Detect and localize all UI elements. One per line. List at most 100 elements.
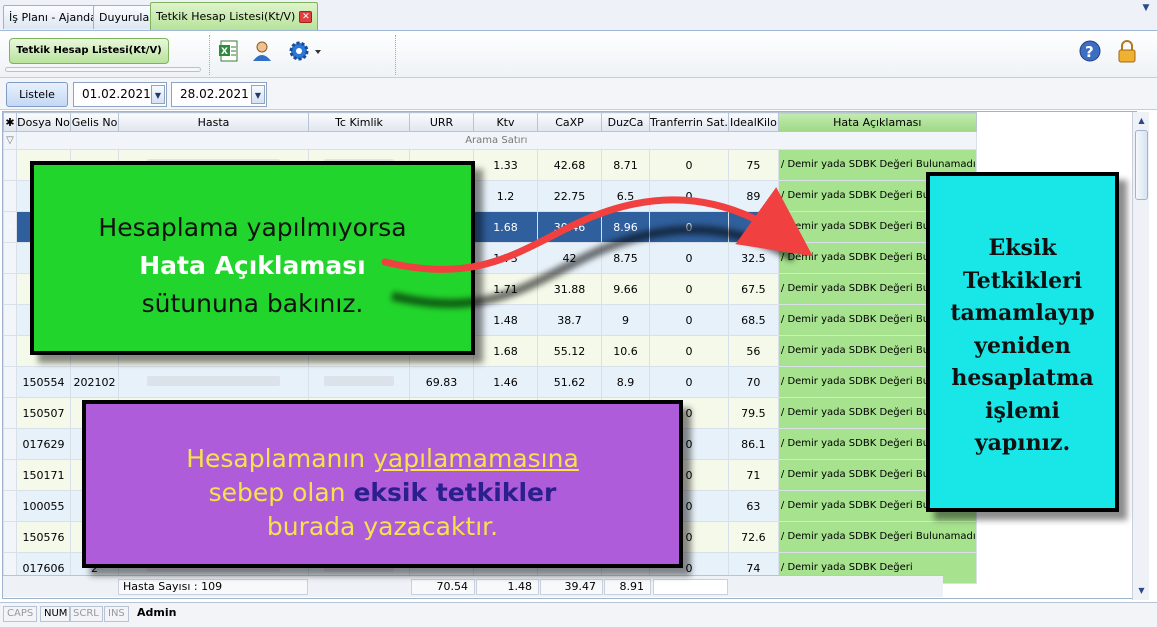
row-indicator[interactable] <box>3 428 17 460</box>
row-indicator[interactable] <box>3 149 17 181</box>
col-header-duzca[interactable]: DuzCa <box>601 112 650 132</box>
row-indicator[interactable] <box>3 242 17 274</box>
ribbon-title[interactable]: Tetkik Hesap Listesi(Kt/V) <box>9 38 169 64</box>
lock-icon[interactable] <box>1115 39 1139 63</box>
cell-tran[interactable]: 0 <box>649 366 729 398</box>
cell-err[interactable]: / Demir yada SDBK Değeri Bulunamadı <box>777 521 977 553</box>
cell-ideal[interactable]: 56 <box>727 335 779 367</box>
cell-ktv[interactable]: 1.2 <box>473 180 538 212</box>
cell-ktv[interactable]: 1.33 <box>473 149 538 181</box>
cell-ideal[interactable]: 7 <box>727 211 779 243</box>
cell-dosya[interactable]: 150554 <box>16 366 71 398</box>
cell-caxp[interactable]: 51.62 <box>537 366 602 398</box>
cell-dosya[interactable]: 150507 <box>16 397 71 429</box>
settings-gear-icon[interactable] <box>287 39 323 63</box>
cell-ktv[interactable]: 1.48 <box>473 304 538 336</box>
cell-caxp[interactable]: 22.75 <box>537 180 602 212</box>
cell-duzca[interactable]: 10.6 <box>601 335 650 367</box>
cell-duzca[interactable]: 8.71 <box>601 149 650 181</box>
col-header-hata-aciklamasi[interactable]: Hata Açıklaması <box>777 112 977 132</box>
cell-gelis[interactable]: 202102 <box>70 366 119 398</box>
cell-ideal[interactable]: 67.5 <box>727 273 779 305</box>
col-header-dosya-no[interactable]: Dosya No <box>16 112 71 132</box>
close-icon[interactable]: ✕ <box>299 11 313 23</box>
cell-ktv[interactable]: 1.73 <box>473 242 538 274</box>
cell-ktv[interactable]: 1.71 <box>473 273 538 305</box>
cell-ideal[interactable]: 75 <box>727 149 779 181</box>
cell-tran[interactable]: 0 <box>649 242 729 274</box>
cell-ktv[interactable]: 1.68 <box>473 335 538 367</box>
chevron-down-icon[interactable]: ▼ <box>251 85 265 104</box>
scroll-thumb[interactable] <box>1135 130 1148 200</box>
row-indicator[interactable] <box>3 459 17 491</box>
row-indicator[interactable] <box>3 397 17 429</box>
cell-ideal[interactable]: 79.5 <box>727 397 779 429</box>
date-to-picker[interactable]: 28.02.2021 ▼ <box>171 82 267 107</box>
chevron-down-icon[interactable]: ▼ <box>1139 3 1153 15</box>
cell-caxp[interactable]: 42.68 <box>537 149 602 181</box>
cell-duzca[interactable]: 8.75 <box>601 242 650 274</box>
cell-duzca[interactable]: 8.96 <box>601 211 650 243</box>
row-indicator[interactable] <box>3 335 17 367</box>
col-header-caxp[interactable]: CaXP <box>537 112 602 132</box>
cell-tran[interactable]: 0 <box>649 273 729 305</box>
cell-ktv[interactable]: 1.46 <box>473 366 538 398</box>
listele-button[interactable]: Listele <box>6 82 68 107</box>
cell-caxp[interactable]: 55.12 <box>537 335 602 367</box>
cell-dosya[interactable]: 017629 <box>16 428 71 460</box>
row-indicator[interactable] <box>3 273 17 305</box>
table-row[interactable]: 150554 202102 69.83 1.46 51.62 8.9 0 70/ Demir … <box>3 366 977 398</box>
cell-duzca[interactable]: 9.66 <box>601 273 650 305</box>
row-indicator[interactable] <box>3 521 17 553</box>
row-indicator[interactable] <box>3 366 17 398</box>
cell-duzca[interactable]: 8.9 <box>601 366 650 398</box>
row-indicator-icon[interactable]: › <box>3 211 17 243</box>
filter-icon[interactable]: ▽ <box>3 131 17 150</box>
user-icon[interactable] <box>250 39 274 63</box>
cell-ktv[interactable]: 1.68 <box>473 211 538 243</box>
col-header-idealkilo[interactable]: IdealKilo <box>727 112 779 132</box>
cell-ideal[interactable]: 32.5 <box>727 242 779 274</box>
col-header-gelis-no[interactable]: Gelis No <box>70 112 119 132</box>
cell-ideal[interactable]: 68.5 <box>727 304 779 336</box>
cell-tran[interactable]: 0 <box>649 211 729 243</box>
cell-ideal[interactable]: 70 <box>727 366 779 398</box>
cell-tran[interactable]: 0 <box>649 335 729 367</box>
col-header-tc-kimlik[interactable]: Tc Kimlik <box>308 112 410 132</box>
cell-dosya[interactable]: 150171 <box>16 459 71 491</box>
cell-tc-kimlik[interactable] <box>308 366 410 398</box>
cell-tran[interactable]: 0 <box>649 149 729 181</box>
cell-ideal[interactable]: 63 <box>727 490 779 522</box>
scroll-up-icon[interactable]: ▲ <box>1134 113 1149 128</box>
cell-dosya[interactable]: 100055 <box>16 490 71 522</box>
row-indicator[interactable] <box>3 304 17 336</box>
cell-caxp[interactable]: 38.7 <box>537 304 602 336</box>
col-header-urr[interactable]: URR <box>409 112 474 132</box>
cell-caxp[interactable]: 30.46 <box>537 211 602 243</box>
cell-tran[interactable]: 0 <box>649 180 729 212</box>
search-row[interactable]: ▽ Arama Satırı <box>3 131 977 150</box>
col-header-hasta[interactable]: Hasta <box>118 112 309 132</box>
cell-tran[interactable]: 0 <box>649 304 729 336</box>
cell-caxp[interactable]: 31.88 <box>537 273 602 305</box>
cell-ideal[interactable]: 86.1 <box>727 428 779 460</box>
cell-ideal[interactable]: 89 <box>727 180 779 212</box>
cell-duzca[interactable]: 6.5 <box>601 180 650 212</box>
help-icon[interactable]: ? <box>1078 39 1102 63</box>
scroll-down-icon[interactable]: ▼ <box>1134 583 1149 598</box>
row-indicator[interactable] <box>3 180 17 212</box>
row-indicator[interactable] <box>3 490 17 522</box>
cell-urr[interactable]: 69.83 <box>409 366 474 398</box>
vertical-scrollbar[interactable]: ▲ ▼ <box>1132 112 1149 600</box>
tab-tetkik-hesap[interactable]: Tetkik Hesap Listesi(Kt/V) ✕ <box>150 2 319 30</box>
tab-is-plani[interactable]: İş Planı - Ajanda <box>3 5 103 29</box>
col-header-tranferrin[interactable]: Tranferrin Sat. <box>649 112 729 132</box>
cell-ideal[interactable]: 71 <box>727 459 779 491</box>
col-header-ktv[interactable]: Ktv <box>473 112 538 132</box>
cell-hasta[interactable] <box>118 366 309 398</box>
date-from-picker[interactable]: 01.02.2021 ▼ <box>73 82 167 107</box>
cell-ideal[interactable]: 72.6 <box>727 521 779 553</box>
cell-caxp[interactable]: 42 <box>537 242 602 274</box>
excel-icon[interactable]: X <box>218 39 242 63</box>
cell-dosya[interactable]: 150576 <box>16 521 71 553</box>
